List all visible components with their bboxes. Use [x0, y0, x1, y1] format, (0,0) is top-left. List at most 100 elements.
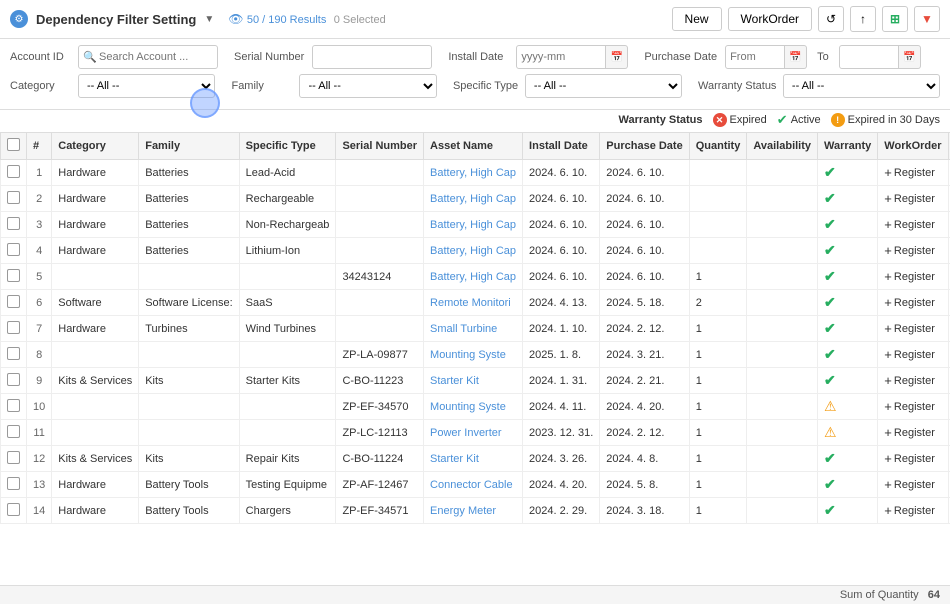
row-workorder[interactable]: + Register — [878, 472, 948, 498]
register-button[interactable]: + Register — [884, 295, 941, 310]
col-header-workorder[interactable]: WorkOrder — [878, 133, 948, 160]
row-checkbox[interactable] — [7, 477, 20, 490]
register-button[interactable]: + Register — [884, 243, 941, 258]
row-checkbox[interactable] — [7, 243, 20, 256]
row-checkbox-cell[interactable] — [1, 420, 27, 446]
row-checkbox[interactable] — [7, 191, 20, 204]
purchase-to-calendar-button[interactable]: 📅 — [899, 45, 921, 69]
install-date-calendar-button[interactable]: 📅 — [606, 45, 628, 69]
install-date-input[interactable] — [516, 45, 606, 69]
row-checkbox-cell[interactable] — [1, 316, 27, 342]
row-asset-name[interactable]: Battery, High Cap — [424, 264, 523, 290]
asset-link[interactable]: Starter Kit — [430, 453, 479, 465]
asset-link[interactable]: Battery, High Cap — [430, 167, 516, 179]
col-header-purchase-date[interactable]: Purchase Date — [600, 133, 689, 160]
row-checkbox-cell[interactable] — [1, 238, 27, 264]
row-asset-name[interactable]: Battery, High Cap — [424, 212, 523, 238]
row-workorder[interactable]: + Register — [878, 394, 948, 420]
col-header-warranty[interactable]: Warranty — [818, 133, 878, 160]
asset-link[interactable]: Battery, High Cap — [430, 193, 516, 205]
row-checkbox[interactable] — [7, 373, 20, 386]
workorder-button[interactable]: WorkOrder — [728, 7, 812, 31]
col-header-specific-type[interactable]: Specific Type — [239, 133, 336, 160]
row-workorder[interactable]: + Register — [878, 160, 948, 186]
row-workorder[interactable]: + Register — [878, 420, 948, 446]
row-checkbox[interactable] — [7, 451, 20, 464]
purchase-to-input[interactable] — [839, 45, 899, 69]
family-select[interactable]: -- All -- — [299, 74, 436, 98]
row-checkbox[interactable] — [7, 295, 20, 308]
col-header-select-all[interactable] — [1, 133, 27, 160]
purchase-from-input[interactable] — [725, 45, 785, 69]
row-checkbox-cell[interactable] — [1, 472, 27, 498]
serial-number-input[interactable] — [312, 45, 432, 69]
share-button[interactable]: ↑ — [850, 6, 876, 32]
row-workorder[interactable]: + Register — [878, 316, 948, 342]
asset-link[interactable]: Battery, High Cap — [430, 219, 516, 231]
asset-link[interactable]: Remote Monitori — [430, 297, 511, 309]
col-header-asset-name[interactable]: Asset Name — [424, 133, 523, 160]
row-asset-name[interactable]: Small Turbine — [424, 316, 523, 342]
register-button[interactable]: + Register — [884, 217, 941, 232]
row-workorder[interactable]: + Register — [878, 212, 948, 238]
specific-type-select[interactable]: -- All -- — [525, 74, 682, 98]
row-checkbox[interactable] — [7, 321, 20, 334]
row-checkbox[interactable] — [7, 399, 20, 412]
register-button[interactable]: + Register — [884, 321, 941, 336]
row-asset-name[interactable]: Power Inverter — [424, 420, 523, 446]
row-checkbox-cell[interactable] — [1, 394, 27, 420]
asset-link[interactable]: Battery, High Cap — [430, 271, 516, 283]
row-workorder[interactable]: + Register — [878, 498, 948, 524]
row-checkbox-cell[interactable] — [1, 212, 27, 238]
row-asset-name[interactable]: Battery, High Cap — [424, 238, 523, 264]
row-checkbox-cell[interactable] — [1, 160, 27, 186]
warranty-status-select[interactable]: -- All -- — [783, 74, 940, 98]
row-checkbox-cell[interactable] — [1, 264, 27, 290]
row-asset-name[interactable]: Mounting Syste — [424, 342, 523, 368]
refresh-button[interactable]: ↺ — [818, 6, 844, 32]
row-asset-name[interactable]: Energy Meter — [424, 498, 523, 524]
row-checkbox-cell[interactable] — [1, 186, 27, 212]
asset-link[interactable]: Small Turbine — [430, 323, 497, 335]
register-button[interactable]: + Register — [884, 451, 941, 466]
register-button[interactable]: + Register — [884, 191, 941, 206]
asset-link[interactable]: Mounting Syste — [430, 349, 506, 361]
row-checkbox[interactable] — [7, 217, 20, 230]
row-checkbox-cell[interactable] — [1, 498, 27, 524]
row-workorder[interactable]: + Register — [878, 186, 948, 212]
register-button[interactable]: + Register — [884, 503, 941, 518]
row-checkbox-cell[interactable] — [1, 290, 27, 316]
new-button[interactable]: New — [672, 7, 722, 31]
col-header-availability[interactable]: Availability — [747, 133, 818, 160]
row-workorder[interactable]: + Register — [878, 446, 948, 472]
row-workorder[interactable]: + Register — [878, 368, 948, 394]
col-header-category[interactable]: Category — [52, 133, 139, 160]
row-checkbox-cell[interactable] — [1, 342, 27, 368]
row-workorder[interactable]: + Register — [878, 238, 948, 264]
row-asset-name[interactable]: Starter Kit — [424, 446, 523, 472]
col-header-family[interactable]: Family — [139, 133, 239, 160]
row-asset-name[interactable]: Connector Cable — [424, 472, 523, 498]
account-id-input[interactable] — [78, 45, 218, 69]
row-workorder[interactable]: + Register — [878, 342, 948, 368]
row-workorder[interactable]: + Register — [878, 290, 948, 316]
purchase-from-calendar-button[interactable]: 📅 — [785, 45, 807, 69]
row-workorder[interactable]: + Register — [878, 264, 948, 290]
row-checkbox-cell[interactable] — [1, 446, 27, 472]
asset-link[interactable]: Starter Kit — [430, 375, 479, 387]
col-header-serial-number[interactable]: Serial Number — [336, 133, 424, 160]
title-dropdown-icon[interactable]: ▼ — [204, 14, 214, 25]
row-checkbox[interactable] — [7, 269, 20, 282]
row-asset-name[interactable]: Mounting Syste — [424, 394, 523, 420]
asset-link[interactable]: Energy Meter — [430, 505, 496, 517]
register-button[interactable]: + Register — [884, 373, 941, 388]
row-asset-name[interactable]: Remote Monitori — [424, 290, 523, 316]
register-button[interactable]: + Register — [884, 165, 941, 180]
asset-link[interactable]: Power Inverter — [430, 427, 502, 439]
register-button[interactable]: + Register — [884, 269, 941, 284]
row-asset-name[interactable]: Starter Kit — [424, 368, 523, 394]
row-checkbox-cell[interactable] — [1, 368, 27, 394]
register-button[interactable]: + Register — [884, 399, 941, 414]
row-checkbox[interactable] — [7, 347, 20, 360]
asset-link[interactable]: Battery, High Cap — [430, 245, 516, 257]
